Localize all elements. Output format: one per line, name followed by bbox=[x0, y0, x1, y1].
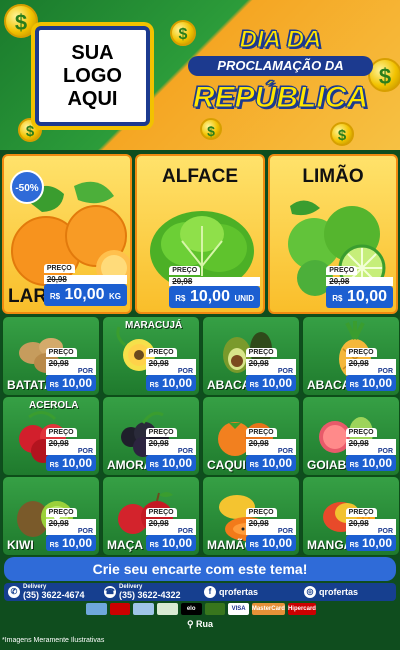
current-price: R$ 10,00 bbox=[45, 455, 96, 471]
title-line1: DIA DA bbox=[239, 26, 322, 54]
product-name: ACEROLA bbox=[29, 400, 79, 411]
hipercard-icon: Hipercard bbox=[287, 603, 316, 615]
old-price: 20,98 bbox=[145, 439, 196, 448]
campaign-title: DIA DA PROCLAMAÇÃO DA REPÚBLICA bbox=[188, 26, 373, 136]
disclaimer: *Imagens Meramente Ilustrativas bbox=[2, 637, 105, 644]
old-price: 20,98 bbox=[326, 277, 393, 286]
old-price: 20,98 bbox=[245, 439, 296, 448]
product-name: CAQUI bbox=[207, 458, 246, 472]
product-card-manga: MANGA PREÇO 20,98 POR R$ 10,00 bbox=[302, 476, 400, 556]
product-name: MARACUJÁ bbox=[125, 320, 183, 331]
price-tag: PREÇO 20,98 POR R$ 10,00 bbox=[45, 341, 96, 391]
old-price: 20,98 bbox=[145, 359, 196, 368]
store-logo-placeholder: SUA LOGO AQUI bbox=[35, 26, 150, 126]
price-tag: PREÇO 20,98 POR R$ 10,00 bbox=[245, 421, 296, 471]
price-tag: PREÇO 20,98 POR R$ 10,00 bbox=[345, 501, 396, 551]
discount-badge: -50% bbox=[10, 170, 44, 204]
phone-contact-2[interactable]: ☎ Delivery (35) 3622-4322 bbox=[104, 583, 181, 601]
product-card-acerola: ACEROLA PREÇO 20,98 POR R$ 10,00 bbox=[2, 396, 100, 476]
current-price: R$ 10,00 bbox=[45, 535, 96, 551]
current-price: R$ 10,00 bbox=[326, 286, 393, 308]
old-price: 20,98 bbox=[245, 359, 296, 368]
price-tag: PREÇO 20,98 POR R$ 10,00 bbox=[145, 341, 196, 391]
payment-card-icon bbox=[204, 603, 226, 615]
price-tag: PREÇO 20,98 POR R$ 10,00 bbox=[145, 421, 196, 471]
current-price: R$ 10,00 bbox=[245, 375, 296, 391]
payment-card-icon bbox=[133, 603, 155, 615]
coin-icon: $ bbox=[4, 4, 38, 38]
title-line3: REPÚBLICA bbox=[192, 81, 368, 115]
current-price: R$ 10,00 bbox=[245, 455, 296, 471]
product-card-caqui: CAQUI PREÇO 20,98 POR R$ 10,00 bbox=[202, 396, 300, 476]
current-price: R$ 10,00 UNID bbox=[169, 286, 260, 308]
current-price: R$ 10,00 bbox=[345, 375, 396, 391]
price-tag: PREÇO 20,98 POR R$ 10,00 bbox=[245, 341, 296, 391]
product-name: MAÇA bbox=[107, 538, 143, 552]
payment-card-icon bbox=[109, 603, 131, 615]
price-tag: PREÇO 20,98 POR R$ 10,00 bbox=[245, 501, 296, 551]
current-price: R$ 10,00 bbox=[145, 455, 196, 471]
address: ⚲ Rua bbox=[186, 619, 214, 629]
visa-card-icon: VISA bbox=[228, 603, 249, 615]
old-price: 20,98 bbox=[169, 277, 260, 286]
price-tag: PREÇO 20,98 POR R$ 10,00 bbox=[345, 421, 396, 471]
old-price: 20,98 bbox=[345, 519, 396, 528]
price-tag: PREÇO 20,98 R$ 10,00 KG bbox=[43, 257, 127, 306]
featured-card-laranja: -50% LARANJA PREÇO 20,98 R$ 10,00 KG bbox=[2, 154, 132, 314]
contact-bar: ✆ Delivery (35) 3622-4674 ☎ Delivery (35) … bbox=[4, 583, 396, 601]
product-name: KIWI bbox=[7, 538, 34, 552]
instagram-icon: ◎ bbox=[304, 586, 316, 598]
price-tag: PREÇO 20,98 R$ 10,00 UNID bbox=[169, 259, 260, 308]
current-price: R$ 10,00 bbox=[345, 455, 396, 471]
featured-card-limao: LIMÃO PREÇO 20,98 R$ 10,00 bbox=[268, 154, 398, 314]
payment-card-icon bbox=[157, 603, 178, 615]
old-price: 20,98 bbox=[43, 275, 127, 284]
old-price: 20,98 bbox=[345, 439, 396, 448]
whatsapp-icon: ✆ bbox=[8, 586, 20, 598]
price-tag: PREÇO 20,98 POR R$ 10,00 bbox=[345, 341, 396, 391]
phone-contact-1[interactable]: ✆ Delivery (35) 3622-4674 bbox=[8, 583, 85, 601]
current-price: R$ 10,00 bbox=[45, 375, 96, 391]
product-card-maça: MAÇA PREÇO 20,98 POR R$ 10,00 bbox=[102, 476, 200, 556]
old-price: 20,98 bbox=[45, 359, 96, 368]
current-price: R$ 10,00 KG bbox=[43, 284, 127, 306]
product-card-batata: BATATA PREÇO 20,98 POR R$ 10,00 bbox=[2, 316, 100, 396]
facebook-icon: f bbox=[204, 586, 216, 598]
price-tag: PREÇO 20,98 POR R$ 10,00 bbox=[45, 421, 96, 471]
old-price: 20,98 bbox=[145, 519, 196, 528]
cta-banner[interactable]: Crie seu encarte com este tema! bbox=[4, 557, 396, 581]
instagram-link[interactable]: ◎ qrofertas bbox=[304, 583, 358, 601]
current-price: R$ 10,00 bbox=[345, 535, 396, 551]
product-card-amora: AMORA PREÇO 20,98 POR R$ 10,00 bbox=[102, 396, 200, 476]
title-line2: PROCLAMAÇÃO DA bbox=[188, 56, 373, 76]
phone-icon: ☎ bbox=[104, 586, 116, 598]
current-price: R$ 10,00 bbox=[245, 535, 296, 551]
product-card-maracujá: MARACUJÁ PREÇO 20,98 POR R$ 10,00 bbox=[102, 316, 200, 396]
old-price: 20,98 bbox=[245, 519, 296, 528]
product-card-abacaxi: ABACAXI PREÇO 20,98 POR R$ 10,00 bbox=[302, 316, 400, 396]
facebook-link[interactable]: f qrofertas bbox=[204, 583, 258, 601]
logo-text: SUA LOGO AQUI bbox=[63, 41, 122, 110]
product-card-kiwi: KIWI PREÇO 20,98 POR R$ 10,00 bbox=[2, 476, 100, 556]
product-card-mamão: MAMÃO PREÇO 20,98 POR R$ 10,00 bbox=[202, 476, 300, 556]
price-tag: PREÇO 20,98 R$ 10,00 bbox=[326, 259, 393, 308]
product-card-abacate: ABACATE PREÇO 20,98 POR R$ 10,00 bbox=[202, 316, 300, 396]
header-banner: $ $ $ $ $ $ SUA LOGO AQUI DIA DA PROCLAM… bbox=[0, 0, 400, 150]
price-tag: PREÇO 20,98 POR R$ 10,00 bbox=[45, 501, 96, 551]
elo-card-icon: elo bbox=[180, 603, 202, 615]
mastercard-icon: MasterCard bbox=[251, 603, 285, 615]
current-price: R$ 10,00 bbox=[145, 375, 196, 391]
featured-card-alface: ALFACE PREÇO 20,98 R$ 10,00 UNID bbox=[135, 154, 265, 314]
old-price: 20,98 bbox=[45, 439, 96, 448]
old-price: 20,98 bbox=[45, 519, 96, 528]
payment-card-icon bbox=[86, 603, 107, 615]
location-pin-icon: ⚲ bbox=[186, 619, 194, 629]
current-price: R$ 10,00 bbox=[145, 535, 196, 551]
price-tag: PREÇO 20,98 POR R$ 10,00 bbox=[145, 501, 196, 551]
payment-methods: elo VISA MasterCard Hipercard bbox=[86, 603, 316, 617]
product-card-goiaba: GOIABA PREÇO 20,98 POR R$ 10,00 bbox=[302, 396, 400, 476]
old-price: 20,98 bbox=[345, 359, 396, 368]
